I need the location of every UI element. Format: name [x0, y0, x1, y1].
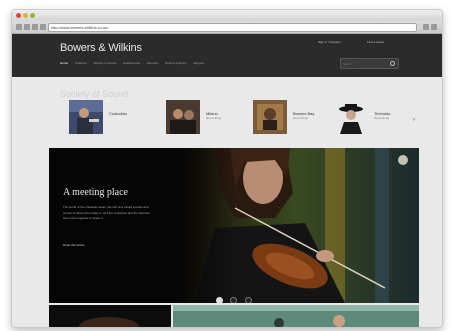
forward-icon[interactable] [24, 24, 30, 30]
nav-item-society-of-sound[interactable]: Society of Sound [94, 61, 117, 65]
add-bookmark-icon[interactable] [40, 24, 46, 30]
site-logo[interactable]: Bowers & Wilkins [60, 42, 142, 54]
artist-subtitle: Recordings [206, 116, 222, 120]
artist-thumbnail [334, 100, 368, 134]
artist-thumbnail [166, 100, 200, 134]
main-nav: Home Products Society of Sound Headphone… [60, 61, 210, 65]
minimize-window-icon[interactable] [23, 13, 28, 18]
nav-item-explore[interactable]: Explore & Enjoy [165, 61, 186, 65]
site-header: Bowers & Wilkins Sign in / Register Find… [12, 34, 442, 77]
carousel-dot[interactable] [216, 297, 223, 303]
hero-title: A meeting place [63, 187, 128, 198]
search-box [340, 58, 399, 69]
violinist-photo [175, 148, 419, 303]
page-menu-icon[interactable] [423, 24, 429, 30]
nav-item-support[interactable]: Support [194, 61, 205, 65]
carousel-dots [216, 291, 255, 303]
nav-item-home[interactable]: Home [60, 61, 68, 65]
search-icon[interactable] [390, 61, 395, 66]
sign-in-link[interactable]: Sign in / Register [318, 40, 341, 44]
web-page: Bowers & Wilkins Sign in / Register Find… [12, 34, 442, 327]
artist-name: Custodian [109, 111, 128, 116]
reload-icon[interactable] [32, 24, 38, 30]
browser-toolbar: http://www.bowers-wilkins.co.uk/ [12, 21, 442, 34]
back-icon[interactable] [16, 24, 22, 30]
nav-item-products[interactable]: Products [75, 61, 87, 65]
zoom-window-icon[interactable] [30, 13, 35, 18]
artist-strip: Custodian Milano Recordings Bowers Bay R… [69, 100, 423, 140]
nav-item-headphones[interactable]: Headphones [123, 61, 140, 65]
hero-banner: A meeting place The world of live classi… [49, 148, 419, 303]
search-input[interactable] [343, 59, 383, 68]
artist-subtitle: Recordings [293, 116, 309, 120]
find-dealer-link[interactable]: Find a dealer [367, 40, 385, 44]
window-titlebar [12, 10, 442, 21]
carousel-dot[interactable] [230, 297, 238, 303]
artist-thumbnail [69, 100, 103, 134]
chevron-right-icon[interactable]: › [413, 117, 415, 123]
artist-thumbnail [253, 100, 287, 134]
browser-window: http://www.bowers-wilkins.co.uk/ Bowers … [11, 9, 443, 328]
carousel-dot[interactable] [244, 297, 252, 303]
section-title: Society of Sound [60, 89, 129, 99]
nav-item-zeppelin[interactable]: Zeppelin [147, 61, 159, 65]
close-window-icon[interactable] [16, 13, 21, 18]
tools-menu-icon[interactable] [431, 24, 437, 30]
hero-body: The world of live classical music, the r… [63, 205, 150, 220]
promo-tiles [49, 305, 419, 327]
address-bar[interactable]: http://www.bowers-wilkins.co.uk/ [48, 23, 417, 32]
hero-read-link[interactable]: Read this article [63, 243, 85, 247]
artist-subtitle: Recordings [374, 116, 390, 120]
